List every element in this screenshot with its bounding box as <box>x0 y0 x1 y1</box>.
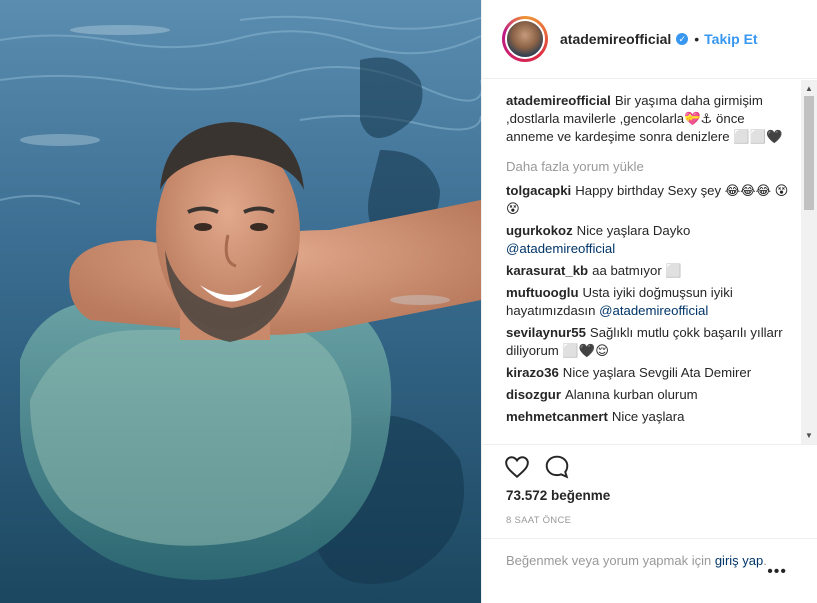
more-options-button[interactable]: ••• <box>767 563 787 581</box>
comment-item: tolgacapki Happy birthday Sexy şey 😂😂😂 😵😵 <box>506 182 789 218</box>
comment-username[interactable]: kirazo36 <box>506 365 559 380</box>
likes-count[interactable]: 73.572 beğenme <box>506 488 610 503</box>
follow-button[interactable]: Takip Et <box>704 31 757 47</box>
header-username[interactable]: atademireofficial <box>560 31 671 47</box>
comment-username[interactable]: disozgur <box>506 387 561 402</box>
comment-item: muftuooglu Usta iyiki doğmuşsun iyiki hay… <box>506 284 789 320</box>
comment-username[interactable]: sevilaynur55 <box>506 325 586 340</box>
post-actions <box>504 454 570 480</box>
comment-text: Nice yaşlara Sevgili Ata Demirer <box>562 365 752 380</box>
comment-item: sevilaynur55 Sağlıklı mutlu çokk başarılı… <box>506 324 789 360</box>
comment-text: Nice yaşlara <box>611 409 685 424</box>
comment-username[interactable]: tolgacapki <box>506 183 571 198</box>
header-separator: • <box>694 31 700 47</box>
ellipsis-icon: ••• <box>767 563 787 580</box>
comment-button[interactable] <box>544 454 570 480</box>
comment-item: disozgur Alanına kurban olurum <box>506 386 789 404</box>
like-button[interactable] <box>504 454 530 480</box>
comment-item: mehmetcanmert Nice yaşlara <box>506 408 789 426</box>
verified-badge-icon: ✓ <box>676 33 689 45</box>
comments-scrollbar[interactable]: ▲ ▼ <box>801 80 817 444</box>
scroll-up-arrow-icon[interactable]: ▲ <box>805 84 813 93</box>
post-timestamp[interactable]: 8 SAAT ÖNCE <box>506 515 571 526</box>
photo-illustration <box>0 0 481 603</box>
comment-text: Nice yaşlara Dayko <box>576 223 691 238</box>
login-link[interactable]: giriş yap <box>715 553 763 568</box>
instagram-post: atademireofficial ✓ • Takip Et atademire… <box>0 0 817 603</box>
comment-username[interactable]: mehmetcanmert <box>506 409 608 424</box>
heart-outline-icon <box>505 456 529 479</box>
comments-list[interactable]: atademireofficial Bir yaşıma daha girmişi… <box>482 80 817 444</box>
comment-mention[interactable]: @atademireofficial <box>599 303 708 318</box>
post-side-panel: atademireofficial ✓ • Takip Et atademire… <box>481 0 817 603</box>
avatar[interactable] <box>505 19 545 59</box>
comment-item: ugurkokoz Nice yaşlara Dayko @atademireof… <box>506 222 789 258</box>
actions-divider <box>482 444 817 445</box>
comment-mention[interactable]: @atademireofficial <box>506 241 615 256</box>
load-more-comments-button[interactable]: Daha fazla yorum yükle <box>506 158 789 176</box>
caption-username[interactable]: atademireofficial <box>506 93 611 108</box>
scrollbar-thumb[interactable] <box>804 96 814 210</box>
post-photo[interactable] <box>0 0 481 603</box>
post-header: atademireofficial ✓ • Takip Et <box>482 0 817 79</box>
comment-username[interactable]: karasurat_kb <box>506 263 588 278</box>
comment-text: aa batmıyor ⬜ <box>592 263 682 278</box>
post-caption: atademireofficial Bir yaşıma daha girmişi… <box>506 92 789 146</box>
comment-username[interactable]: muftuooglu <box>506 285 579 300</box>
comment-text: Alanına kurban olurum <box>564 387 698 402</box>
comment-item: kirazo36 Nice yaşlara Sevgili Ata Demirer <box>506 364 789 382</box>
speech-bubble-icon <box>545 455 569 479</box>
comment-username[interactable]: ugurkokoz <box>506 223 573 238</box>
scroll-down-arrow-icon[interactable]: ▼ <box>805 431 813 440</box>
comment-item: karasurat_kb aa batmıyor ⬜ <box>506 262 789 280</box>
avatar-ring[interactable] <box>502 16 548 62</box>
login-prompt-text: Beğenmek veya yorum yapmak için <box>506 553 712 568</box>
